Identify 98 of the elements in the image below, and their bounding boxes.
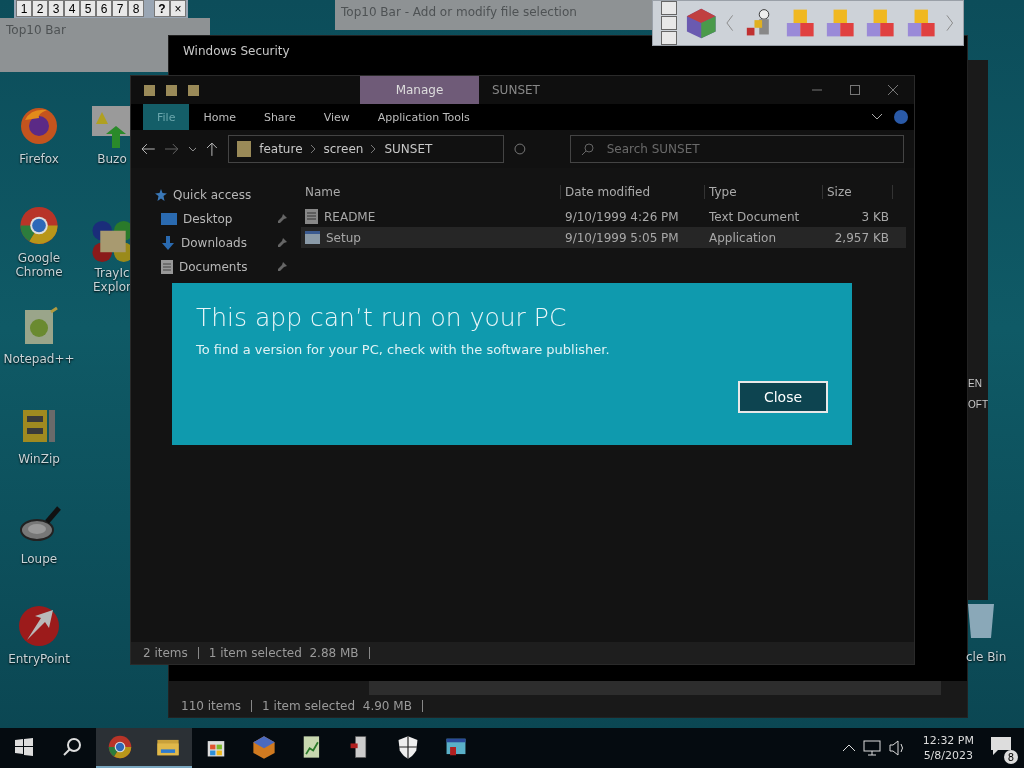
window-title: Top10 Bar xyxy=(6,23,66,37)
cube-icon xyxy=(251,734,277,760)
column-header[interactable]: Name xyxy=(301,185,561,199)
toolbar-control[interactable] xyxy=(661,16,677,30)
toolbar-button[interactable]: 4 xyxy=(64,0,80,17)
notification-count: 8 xyxy=(1004,750,1018,764)
dialog-message: To find a version for your PC, check with the software publisher. xyxy=(196,342,611,357)
desktop-icon-label[interactable]: TrayIc Explor xyxy=(93,266,131,294)
folder-icon[interactable] xyxy=(143,83,157,97)
folder-icon xyxy=(237,141,252,157)
table-cell-text: Text Document xyxy=(708,209,801,224)
search-field[interactable]: Search SUNSET xyxy=(569,135,904,163)
close-icon[interactable] xyxy=(888,85,898,95)
clock-date[interactable]: 5/8/2023 xyxy=(923,748,974,763)
status-text: 1 item selected 4.90 MB xyxy=(262,699,412,713)
ribbon-tab[interactable]: Application Tools xyxy=(363,104,484,130)
breadcrumb[interactable]: SUNSET xyxy=(384,142,433,156)
file-name: README xyxy=(324,209,376,224)
taskbar-app[interactable] xyxy=(144,728,192,768)
application-icon xyxy=(305,231,320,244)
desktop-icon xyxy=(161,213,177,225)
back-arrow-icon[interactable] xyxy=(141,143,155,155)
table-cell-text: 3 KB xyxy=(860,209,890,224)
nav-item[interactable]: Downloads xyxy=(181,236,271,250)
help-icon[interactable] xyxy=(894,110,908,124)
up-arrow-icon[interactable] xyxy=(206,142,219,156)
search-icon xyxy=(581,143,594,155)
status-text: 110 items xyxy=(181,699,242,713)
desktop-icon-label[interactable]: Loupe xyxy=(20,552,58,566)
desktop-icon-label[interactable]: Notepad++ xyxy=(3,352,75,366)
desktop-icon-label[interactable]: cle Bin xyxy=(966,650,1007,664)
scrollbar[interactable] xyxy=(369,681,941,695)
toolbar-button[interactable]: 8 xyxy=(128,0,144,17)
desktop-icon-label[interactable]: Google Chrome xyxy=(0,251,78,279)
chrome-ring-icon xyxy=(17,204,61,247)
search-icon xyxy=(63,738,81,756)
chevron-right-icon xyxy=(310,145,316,153)
toolbar-button[interactable]: 3 xyxy=(48,0,64,17)
chrome-ring-icon xyxy=(107,734,133,760)
puzzle-cube-icon[interactable] xyxy=(685,6,718,40)
nav-item[interactable]: Quick access xyxy=(173,188,287,202)
file-row[interactable]: README 9/10/1999 4:26 PM Text Document 3 KB xyxy=(301,206,906,227)
breadcrumb[interactable]: screen xyxy=(323,142,364,156)
column-header[interactable]: Date modified xyxy=(561,185,705,199)
pin-icon[interactable] xyxy=(277,238,287,248)
table-cell-text: 9/10/1999 4:26 PM xyxy=(564,209,680,224)
desktop-icon-label[interactable]: Firefox xyxy=(19,152,59,166)
breadcrumb[interactable]: feature xyxy=(259,142,303,156)
window-title: Windows Security xyxy=(183,44,290,58)
network-icon[interactable] xyxy=(862,740,881,756)
ribbon-tab[interactable]: Home xyxy=(189,104,250,130)
toolbar-control[interactable] xyxy=(661,31,677,45)
pin-icon[interactable] xyxy=(277,262,287,272)
column-header[interactable]: Type xyxy=(705,185,823,199)
table-cell-text: 2,957 KB xyxy=(833,230,890,245)
toolbar-button[interactable]: 1 xyxy=(16,0,32,17)
column-header[interactable]: Size xyxy=(823,185,893,199)
dialog-title: This app can’t run on your PC xyxy=(196,303,568,332)
nav-item[interactable]: Documents xyxy=(179,260,271,274)
ribbon-tab[interactable]: View xyxy=(309,104,364,130)
status-text: 1 item selected 2.88 MB xyxy=(208,646,359,660)
windows-logo-icon xyxy=(15,738,33,756)
pin-icon[interactable] xyxy=(277,214,287,224)
fragment-text: OFT xyxy=(968,399,988,410)
toolbar-button[interactable]: 6 xyxy=(96,0,112,17)
toolbar-button[interactable]: ? xyxy=(154,0,170,17)
text-file-icon xyxy=(305,209,318,224)
nav-item[interactable]: Desktop xyxy=(183,212,271,226)
toolbar-button[interactable]: 7 xyxy=(112,0,128,17)
chevron-down-icon[interactable] xyxy=(188,146,197,152)
manage-tab[interactable]: Manage xyxy=(360,76,479,104)
clock-time[interactable]: 12:32 PM xyxy=(922,733,974,748)
desktop-icon-label[interactable]: EntryPoint xyxy=(8,652,70,666)
table-cell-text: 9/10/1999 5:05 PM xyxy=(564,230,680,245)
toolbar-button[interactable]: × xyxy=(170,0,186,17)
fragment-text: EN xyxy=(968,378,983,389)
address-bar[interactable]: feature screen SUNSET xyxy=(228,135,504,163)
desktop-icon-label[interactable]: Buzo xyxy=(97,152,127,166)
file-row[interactable]: Setup 9/10/1999 5:05 PM Application 2,957 KB xyxy=(301,227,906,248)
window-title: SUNSET xyxy=(491,82,541,99)
document-icon xyxy=(161,260,173,274)
chevron-right-icon xyxy=(371,145,377,153)
desktop-icon-label[interactable]: WinZip xyxy=(18,452,60,466)
window-title: Top10 Bar - Add or modify file selection xyxy=(341,5,577,19)
toolbar-control[interactable] xyxy=(661,1,677,15)
download-arrow-icon xyxy=(161,236,175,250)
star-icon xyxy=(155,189,167,201)
arrow-badge-icon xyxy=(17,604,61,648)
file-name: Setup xyxy=(326,230,361,245)
chevron-down-icon[interactable] xyxy=(872,114,882,120)
status-text: 2 items xyxy=(143,646,188,660)
chevron-up-icon[interactable] xyxy=(842,744,855,752)
close-button[interactable]: Close xyxy=(738,381,828,413)
toolbar-button[interactable]: 5 xyxy=(80,0,96,17)
table-cell-text: Application xyxy=(708,230,778,245)
maximize-icon[interactable] xyxy=(850,85,860,95)
ribbon-tab[interactable]: Share xyxy=(249,104,310,130)
toolbar-button[interactable]: 2 xyxy=(32,0,48,17)
